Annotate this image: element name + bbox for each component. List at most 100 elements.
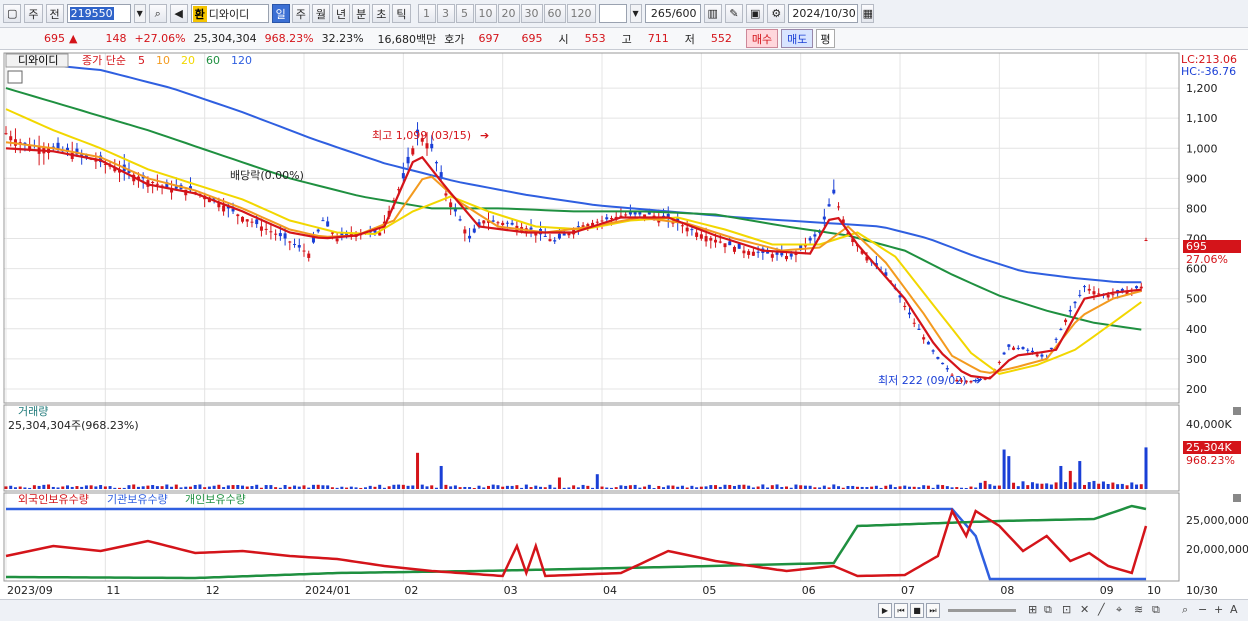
- prev-button[interactable]: 전: [45, 4, 64, 23]
- interval-button-5[interactable]: 5: [455, 4, 474, 23]
- candle-body: [444, 193, 448, 196]
- volume-bar: [742, 484, 746, 489]
- buy-button[interactable]: 매수: [745, 29, 779, 48]
- stock-name-field[interactable]: 환 디와이디: [190, 4, 269, 23]
- volume-bar: [945, 486, 949, 489]
- zoom-icon[interactable]: ⌕: [1182, 603, 1188, 617]
- volume-bar: [477, 485, 481, 489]
- tab-4[interactable]: 분: [352, 4, 371, 23]
- volume-bar: [401, 484, 405, 489]
- volume-bar: [960, 487, 964, 489]
- ma-legend-item[interactable]: 60: [206, 54, 220, 67]
- forward-icon[interactable]: ⏭: [926, 603, 940, 618]
- holdings-legend-item[interactable]: 기관보유수량: [107, 493, 168, 506]
- interval-button-10[interactable]: 10: [474, 4, 497, 23]
- volume-current-pct: 968.23%: [1186, 454, 1235, 467]
- period-type-button[interactable]: 주: [24, 4, 43, 23]
- save-icon[interactable]: ▣: [745, 4, 765, 23]
- volume-bar: [1002, 449, 1006, 489]
- volume-bar: [1068, 470, 1072, 489]
- ma-legend-item[interactable]: 20: [181, 54, 195, 67]
- interval-button-3[interactable]: 3: [436, 4, 455, 23]
- interval-button-60[interactable]: 60: [543, 4, 566, 23]
- code-dropdown-icon[interactable]: ▼: [133, 4, 146, 23]
- holdings-close-icon[interactable]: [1233, 494, 1241, 502]
- volume-bar: [860, 486, 864, 489]
- stock-code-input[interactable]: 219550: [66, 4, 131, 23]
- interval-button-1[interactable]: 1: [417, 4, 436, 23]
- count-input[interactable]: 265/600: [644, 4, 701, 23]
- volume-bar: [146, 485, 150, 489]
- volume-bar: [638, 487, 642, 489]
- eval-button[interactable]: 평: [816, 29, 835, 48]
- candle-body: [1139, 286, 1143, 289]
- window-icon[interactable]: ▢: [3, 4, 22, 23]
- sell-button[interactable]: 매도: [781, 29, 814, 48]
- tab-0[interactable]: 일: [271, 4, 290, 23]
- interval-custom-input[interactable]: [598, 4, 627, 23]
- ma-legend-item[interactable]: 10: [156, 54, 170, 67]
- draw-icon[interactable]: ✎: [724, 4, 743, 23]
- zoom-slider[interactable]: [948, 609, 1016, 612]
- settings-icon[interactable]: ⚙: [767, 4, 786, 23]
- volume-bar: [392, 484, 396, 489]
- date-input[interactable]: 2024/10/30: [788, 4, 859, 23]
- tab-1[interactable]: 주: [291, 4, 310, 23]
- interval-dropdown-icon[interactable]: ▼: [629, 4, 642, 23]
- crosshair-icon[interactable]: ✕: [1080, 603, 1089, 616]
- candle-body: [1144, 240, 1148, 242]
- interval-button-120[interactable]: 120: [566, 4, 596, 23]
- holdings-legend-item[interactable]: 개인보유수량: [185, 493, 246, 506]
- grid-toggle-icon[interactable]: [7, 70, 23, 84]
- search-icon[interactable]: ⌕: [148, 4, 167, 23]
- ma-legend-item[interactable]: 5: [138, 54, 145, 67]
- volume-value: 25,304,304: [193, 32, 257, 45]
- candle-body: [311, 237, 315, 243]
- rewind-icon[interactable]: ⏮: [894, 603, 908, 618]
- volume-bar: [1087, 482, 1091, 489]
- tab-6[interactable]: 틱: [392, 4, 411, 23]
- chart-type-icon[interactable]: ▥: [703, 4, 722, 23]
- tab-2[interactable]: 월: [311, 4, 331, 23]
- fib-icon[interactable]: ≋: [1134, 603, 1143, 616]
- copy-icon[interactable]: ⧉: [1152, 603, 1160, 617]
- volume-bar: [70, 486, 74, 489]
- stock-chart[interactable]: 디와이디 종가 단순 5 10 20 60 120 LC:213.06 HC:-36.7…: [0, 51, 1248, 599]
- volume-bar: [926, 485, 930, 489]
- tab-5[interactable]: 초: [372, 4, 391, 23]
- candle-body: [151, 181, 155, 183]
- volume-bar: [699, 486, 703, 489]
- volume-close-icon[interactable]: [1233, 407, 1241, 415]
- volume-bar: [789, 487, 793, 489]
- low-label: 저: [684, 32, 695, 46]
- quote-bar: 695 ▲ 148 +27.06% 25,304,304 968.23% 32.…: [0, 28, 1248, 50]
- trend-icon[interactable]: ╱: [1098, 603, 1105, 616]
- volume-bar: [349, 486, 353, 489]
- ma-legend-item[interactable]: 120: [231, 54, 252, 67]
- zoom-in-icon[interactable]: +: [1214, 603, 1223, 616]
- volume-bar: [633, 484, 637, 489]
- text-size-icon[interactable]: A: [1230, 603, 1238, 616]
- volume-bar: [118, 487, 122, 489]
- calendar-icon[interactable]: ▦: [861, 4, 875, 23]
- window-split-icon[interactable]: ⧉: [1044, 603, 1052, 617]
- panel-icon[interactable]: ⊡: [1062, 603, 1071, 616]
- x-tick-label: 08: [1000, 584, 1014, 597]
- measure-icon[interactable]: ⌖: [1116, 603, 1122, 617]
- stop-icon[interactable]: ■: [910, 603, 924, 618]
- interval-button-30[interactable]: 30: [520, 4, 543, 23]
- candle-body: [335, 238, 339, 242]
- layout-icon[interactable]: ⊞: [1028, 603, 1037, 616]
- interval-button-20[interactable]: 20: [497, 4, 520, 23]
- tab-3[interactable]: 년: [332, 4, 351, 23]
- speaker-icon[interactable]: ◀: [169, 4, 188, 23]
- volume-bar: [4, 486, 8, 489]
- zoom-out-icon[interactable]: −: [1198, 603, 1207, 616]
- scroll-right-icon[interactable]: ▶: [878, 603, 892, 618]
- candle-body: [1073, 301, 1077, 304]
- volume-bar: [520, 487, 524, 489]
- candle-body: [482, 220, 486, 224]
- volume-bar: [203, 487, 207, 489]
- volume-bar: [13, 487, 17, 489]
- holdings-legend-item[interactable]: 외국인보유수량: [18, 493, 89, 506]
